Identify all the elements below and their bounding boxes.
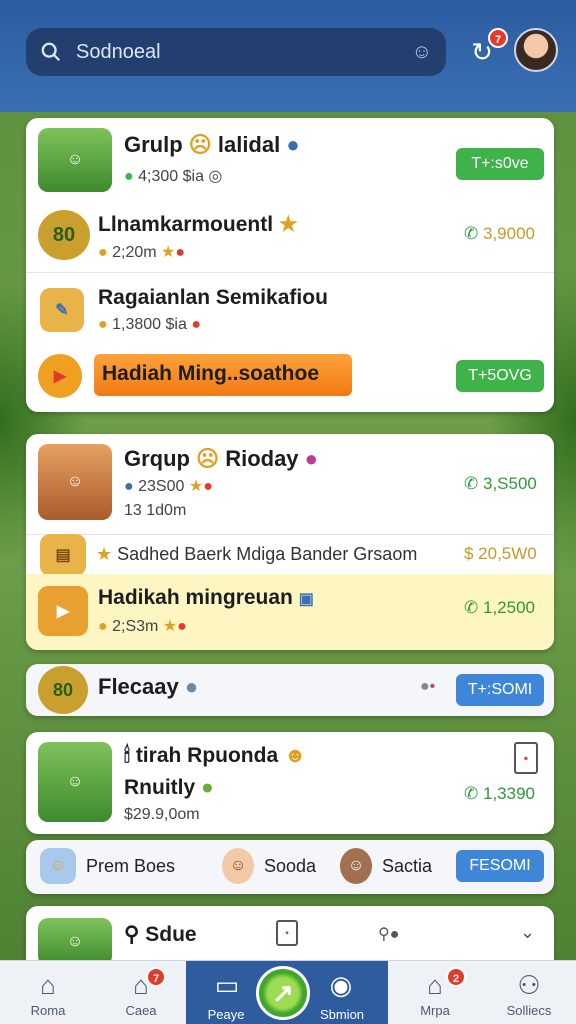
group-title[interactable]: 🕯 tirah Rpuonda ☻	[124, 744, 306, 768]
document-icon[interactable]: ▪	[276, 920, 298, 946]
group-avatar-icon: ☺	[38, 742, 112, 822]
search-people-icon[interactable]: ⚲●	[378, 924, 399, 944]
join-button[interactable]: FESOMI	[456, 850, 544, 882]
item-price: $ 20,5W0	[464, 544, 537, 563]
bag-icon: ⌂	[427, 970, 443, 1000]
home-icon: ⌂	[40, 970, 56, 1000]
member-name[interactable]: Sactia	[382, 856, 432, 877]
group-title[interactable]: Flecaay ●	[98, 674, 198, 700]
item-price: ✆ 1,3390	[464, 784, 535, 803]
emoji-icon: ☺	[40, 848, 76, 884]
group-avatar-icon: ☺	[38, 128, 112, 192]
search-icon	[41, 42, 61, 62]
nav-label: Mrpa	[420, 1003, 450, 1018]
nav-label: Roma	[30, 1003, 66, 1018]
item-title[interactable]: Hadikah mingreuan ▣	[98, 586, 314, 610]
item-subtitle: ● 2;S3m ★●	[98, 618, 187, 635]
center-action-button[interactable]: ↗	[256, 966, 310, 1020]
group-price-info: $29.9,0om	[124, 806, 200, 823]
member-name[interactable]: Prem Boes	[86, 856, 175, 877]
member-avatar: ☺	[222, 848, 254, 884]
wallet-icon: ▭	[214, 970, 240, 1000]
item-subtitle: ● 1,3800 $ia ●	[98, 316, 201, 333]
avatar[interactable]	[514, 28, 558, 72]
group-card-4: ☺ 🕯 tirah Rpuonda ☻ Rnuitly ● $29.9,0om …	[26, 732, 554, 834]
group-card-6: ☺ ⚲ Sdue ▪ ⚲● ⌄	[26, 906, 554, 966]
home-icon: ⌂	[133, 970, 149, 1000]
play-icon[interactable]: ▶	[38, 354, 82, 398]
group-subtitle: ● 4;300 $ia ◎	[124, 168, 223, 185]
person-icon: ⚇	[517, 970, 541, 1000]
notification-badge: 7	[488, 28, 508, 48]
edit-icon: ✎	[40, 288, 84, 332]
item-price: ✆ 1,2500	[464, 598, 535, 617]
reward-badge-icon: 80	[38, 210, 90, 260]
group-subtitle: ● 23S00 ★●	[124, 478, 213, 495]
group-avatar-icon: ☺	[38, 444, 112, 520]
group-card-3: 80 Flecaay ● ●• T+:SOMI	[26, 664, 554, 716]
nav-item-home[interactable]: ⌂ Roma	[0, 961, 96, 1024]
join-button[interactable]: T+:s0ve	[456, 148, 544, 180]
nav-item-settings[interactable]: ⚇ Solliecs	[482, 961, 576, 1024]
gift-box-icon: ▤	[40, 534, 86, 576]
nav-label: Peaye	[207, 1007, 245, 1022]
reward-banner[interactable]: Hadiah Ming..soathoe	[94, 354, 352, 396]
nav-item-case[interactable]: ⌂ Caea 7	[96, 961, 186, 1024]
nav-label: Solliecs	[506, 1003, 552, 1018]
item-title[interactable]: Llnamkarmouentl ★	[98, 212, 298, 237]
nav-badge: 2	[446, 967, 466, 987]
claim-button[interactable]: T+5OVG	[456, 360, 544, 392]
nav-badge: 7	[146, 967, 166, 987]
item-price: ✆ 3,9000	[464, 224, 535, 243]
group-title[interactable]: ⚲ Sdue	[124, 922, 197, 947]
group-title[interactable]: Grqup ☹ Rioday ●	[124, 446, 318, 472]
video-icon: ▶	[38, 586, 88, 636]
nav-item-map[interactable]: ⌂ Mrpa 2	[388, 961, 482, 1024]
item-title[interactable]: ★ Sadhed Baerk Mdiga Bander Grsaom	[96, 544, 417, 565]
group-card-5: ☺ Prem Boes ☺ Sooda ☺ Sactia FESOMI	[26, 840, 554, 894]
chevron-down-icon[interactable]: ⌄	[520, 922, 535, 943]
group-subtitle: Rnuitly ●	[124, 776, 214, 799]
item-subtitle: ● 2;20m ★●	[98, 244, 186, 261]
group-duration: 13 1d0m	[124, 502, 187, 519]
divider	[26, 272, 554, 273]
divider	[26, 534, 554, 535]
member-avatar: ☺	[340, 848, 372, 884]
group-avatar-icon: ☺	[38, 918, 112, 966]
voice-icon[interactable]: ☺	[412, 41, 432, 64]
document-icon[interactable]: ▪	[514, 742, 538, 774]
group-card-1: ☺ Grulp ☹ lalidal ● ● 4;300 $ia ◎ T+:s0v…	[26, 118, 554, 412]
group-card-2: ☺ Grqup ☹ Rioday ● ● 23S00 ★● 13 1d0m ✆ …	[26, 434, 554, 650]
profile-icon: ◉	[329, 970, 353, 1000]
search-input[interactable]: Sodnoeal	[76, 41, 412, 64]
item-title[interactable]: Ragaianlan Semikafiou	[98, 286, 328, 310]
item-price: ✆ 3,S500	[464, 474, 537, 493]
search-bar[interactable]: Sodnoeal ☺	[26, 28, 446, 76]
header: Sodnoeal ☺ ↻ 7	[0, 0, 576, 112]
status-dots: ●•	[420, 678, 436, 695]
nav-label: Sbmion	[319, 1007, 365, 1022]
reward-badge-icon: 80	[38, 666, 88, 714]
join-button[interactable]: T+:SOMI	[456, 674, 544, 706]
nav-label: Caea	[125, 1003, 157, 1018]
group-title[interactable]: Grulp ☹ lalidal ●	[124, 132, 300, 158]
member-name[interactable]: Sooda	[264, 856, 316, 877]
